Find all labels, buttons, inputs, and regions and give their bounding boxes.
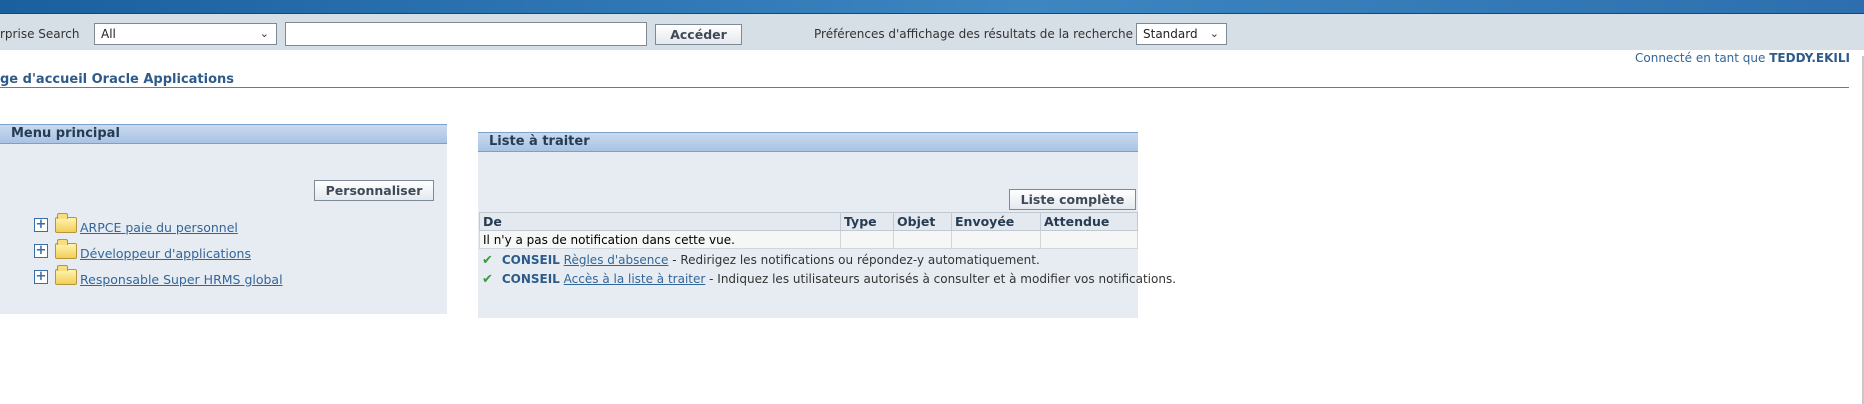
main-menu-title: Menu principal [0, 124, 447, 144]
search-preferences-label: Préférences d'affichage des résultats de… [814, 27, 1133, 41]
connected-as-label: Connecté en tant que [1635, 51, 1766, 65]
tip-text: - Redirigez les notifications ou réponde… [668, 253, 1040, 267]
go-button[interactable]: Accéder [655, 24, 742, 45]
menu-item-label[interactable]: ARPCE paie du personnel [80, 220, 238, 235]
search-scope-select[interactable]: All ⌄ [94, 23, 277, 45]
menu-item-label[interactable]: Développeur d'applications [80, 246, 251, 261]
display-preference-select[interactable]: Standard ⌄ [1136, 23, 1227, 45]
checkmark-icon: ✔ [482, 253, 493, 268]
chevron-down-icon: ⌄ [1209, 27, 1219, 40]
menu-item-label[interactable]: Responsable Super HRMS global [80, 272, 283, 287]
table-cell [893, 230, 952, 249]
page-title: ge d'accueil Oracle Applications [0, 72, 235, 87]
table-cell [1040, 230, 1138, 249]
checkmark-icon: ✔ [482, 272, 493, 287]
column-header-subject[interactable]: Objet [893, 212, 952, 231]
full-list-button[interactable]: Liste complète [1009, 189, 1136, 210]
main-menu-panel: Menu principal Personnaliser + ARPCE pai… [0, 124, 447, 314]
column-header-due[interactable]: Attendue [1040, 212, 1138, 231]
empty-message: Il n'y a pas de notification dans cette … [479, 230, 841, 249]
table-row: Il n'y a pas de notification dans cette … [479, 230, 1138, 249]
column-header-from[interactable]: De [479, 212, 841, 231]
table-cell [840, 230, 894, 249]
tip-text: - Indiquez les utilisateurs autorisés à … [705, 272, 1177, 286]
expand-plus-icon[interactable]: + [34, 270, 48, 284]
search-input[interactable] [285, 22, 647, 46]
connected-as: Connecté en tant que TEDDY.EKILI [1635, 51, 1850, 65]
column-header-type[interactable]: Type [840, 212, 894, 231]
display-preference-value: Standard [1143, 27, 1198, 41]
worklist-table: De Type Objet Envoyée Attendue Il n'y a … [479, 212, 1138, 249]
expand-plus-icon[interactable]: + [34, 244, 48, 258]
worklist-panel: Liste à traiter Liste complète De Type O… [478, 132, 1176, 318]
vacation-rules-link[interactable]: Règles d'absence [564, 253, 669, 267]
username: TEDDY.EKILI [1769, 51, 1850, 65]
tip-worklist-access: ✔ CONSEIL Accès à la liste à traiter - I… [482, 272, 1176, 290]
chevron-down-icon: ⌄ [259, 27, 269, 40]
top-banner [0, 0, 1864, 14]
title-divider [0, 87, 1849, 88]
folder-icon [55, 265, 77, 285]
column-header-sent[interactable]: Envoyée [951, 212, 1041, 231]
table-header-row: De Type Objet Envoyée Attendue [479, 212, 1138, 231]
tip-vacation-rules: ✔ CONSEIL Règles d'absence - Redirigez l… [482, 253, 1040, 271]
folder-icon [55, 239, 77, 259]
tip-keyword: CONSEIL [501, 253, 560, 267]
search-label: rprise Search [0, 27, 80, 41]
personalize-button[interactable]: Personnaliser [314, 180, 434, 201]
folder-icon [55, 213, 77, 233]
worklist-access-link[interactable]: Accès à la liste à traiter [564, 272, 706, 286]
table-cell [951, 230, 1041, 249]
expand-plus-icon[interactable]: + [34, 218, 48, 232]
search-scope-value: All [101, 27, 116, 41]
tip-keyword: CONSEIL [501, 272, 560, 286]
worklist-title: Liste à traiter [478, 132, 1138, 152]
